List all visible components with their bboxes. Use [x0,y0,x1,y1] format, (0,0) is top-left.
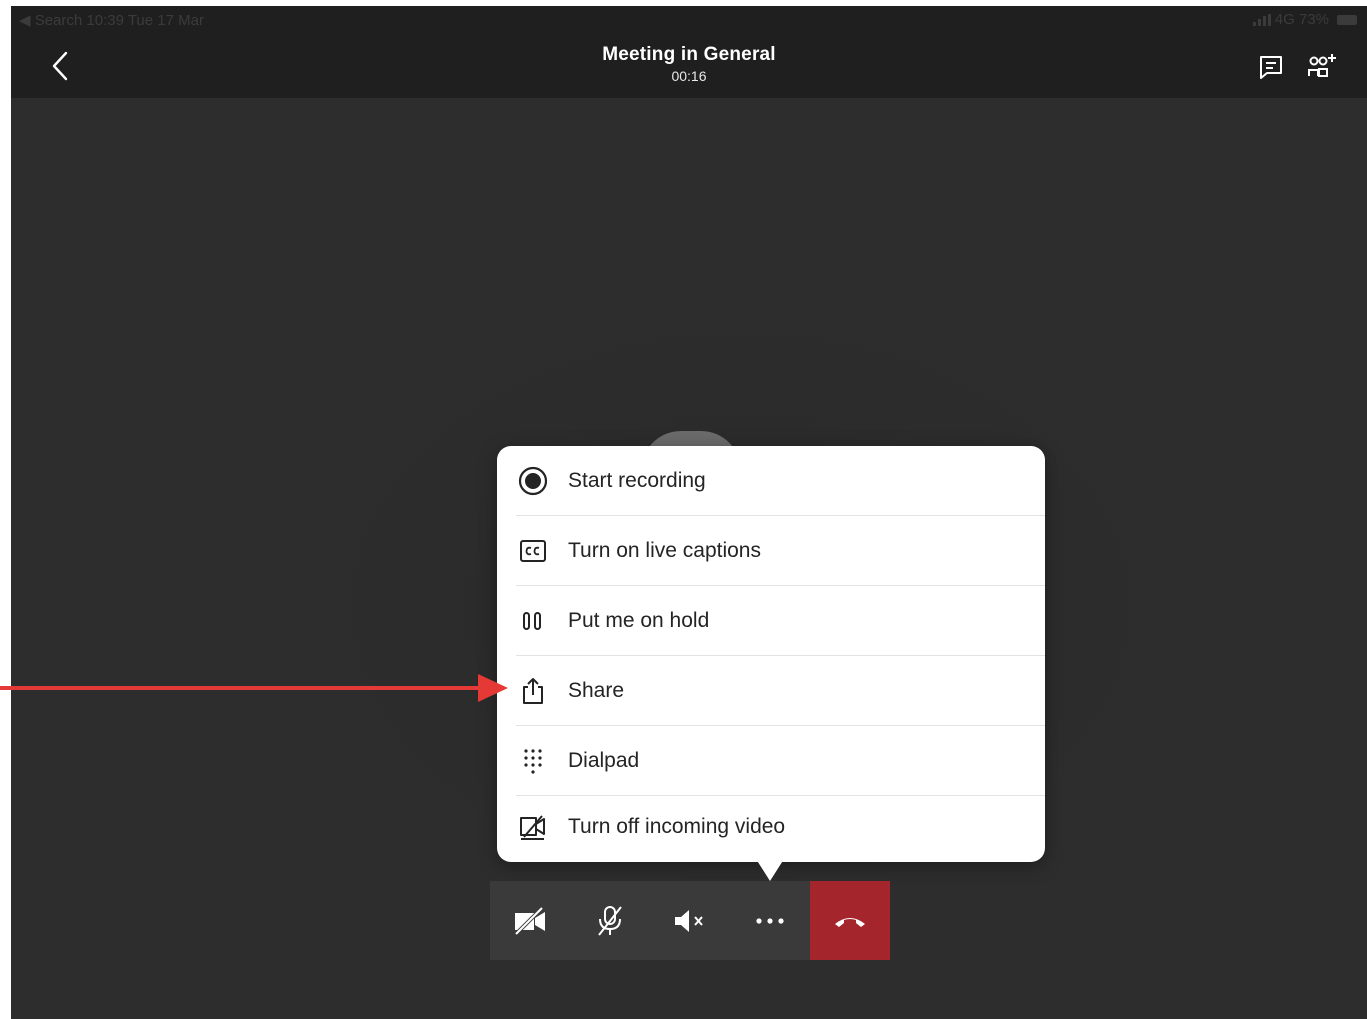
menu-item-share[interactable]: Share [497,656,1045,726]
more-icon [756,917,784,924]
call-controls-toolbar [490,881,890,960]
add-people-icon [1308,54,1336,77]
mic-off-icon [598,905,622,936]
menu-item-dialpad[interactable]: Dialpad [497,726,1045,796]
menu-item-start-recording[interactable]: Start recording [497,446,1045,516]
menu-pointer [756,859,784,881]
share-icon [517,656,549,726]
more-options-menu: Start recording Turn on live captions Pu… [497,446,1045,862]
network-battery-text: 4G 73% [1274,11,1329,28]
status-bar: ◀ Search 10:39 Tue 17 Mar 4G 73% [11,6,1367,32]
hold-icon [517,586,549,656]
meeting-title-block: Meeting in General 00:16 [11,44,1367,84]
status-right: 4G 73% [1252,11,1357,28]
video-off-icon [517,792,549,862]
camera-off-icon [514,906,545,935]
speaker-muted-icon [675,909,703,932]
menu-item-label: Start recording [568,469,706,492]
hang-up-button[interactable] [810,881,890,960]
menu-item-label: Turn on live captions [568,539,761,562]
mic-toggle-button[interactable] [570,881,650,960]
battery-icon [1337,14,1357,25]
speaker-toggle-button[interactable] [650,881,730,960]
meeting-title: Meeting in General [602,44,776,65]
menu-item-label: Put me on hold [568,609,710,632]
more-options-button[interactable] [730,881,810,960]
status-left: ◀ Search 10:39 Tue 17 Mar [19,12,204,29]
menu-item-label: Turn off incoming video [568,815,786,838]
add-people-button[interactable] [1305,50,1339,84]
menu-item-turn-off-incoming-video[interactable]: Turn off incoming video [497,792,1045,862]
menu-item-label: Dialpad [568,749,640,772]
annotation-arrow-icon [0,674,508,702]
dialpad-icon [517,726,549,796]
camera-toggle-button[interactable] [490,881,570,960]
record-icon [517,446,549,516]
chat-button[interactable] [1254,50,1288,84]
top-bar: ◀ Search 10:39 Tue 17 Mar 4G 73% Meeting… [11,6,1367,98]
menu-item-put-on-hold[interactable]: Put me on hold [497,586,1045,656]
meeting-screen: ◀ Search 10:39 Tue 17 Mar 4G 73% Meeting… [11,6,1367,1019]
menu-item-label: Share [568,679,625,702]
hang-up-icon [835,917,865,927]
meeting-timer: 00:16 [671,68,707,84]
chat-icon [1260,56,1282,79]
captions-icon [517,516,549,586]
signal-icon [1252,13,1271,26]
menu-item-live-captions[interactable]: Turn on live captions [497,516,1045,586]
